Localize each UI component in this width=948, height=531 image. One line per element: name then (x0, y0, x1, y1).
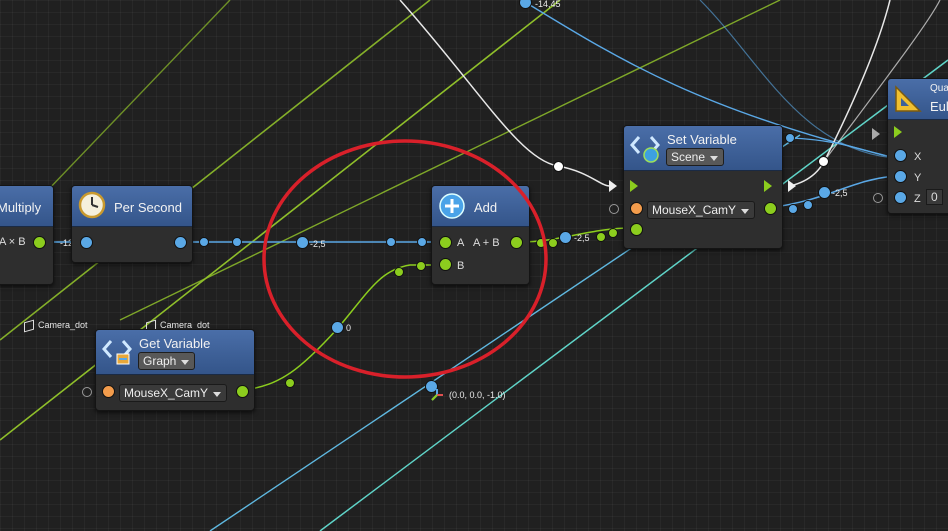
per-second-output-port[interactable] (174, 236, 187, 249)
node-title: Qua (930, 83, 948, 94)
node-subtitle: Eul (930, 99, 948, 114)
wire-knot[interactable] (386, 237, 396, 247)
wire-knot[interactable] (553, 161, 564, 172)
set-variable-flow-in[interactable] (630, 180, 638, 192)
wire-knot[interactable] (608, 228, 618, 238)
wire-knot[interactable] (818, 186, 831, 199)
wire-knot[interactable] (818, 156, 829, 167)
clock-icon (78, 191, 106, 219)
wire-knot[interactable] (803, 200, 813, 210)
per-second-node[interactable]: Per Second (71, 185, 193, 263)
add-output-port[interactable] (510, 236, 523, 249)
plus-icon (439, 193, 465, 219)
wire-knot[interactable] (785, 133, 795, 143)
wire-value-label: -2,5 (574, 233, 590, 243)
per-second-input-port[interactable] (80, 236, 93, 249)
variable-graph-icon (101, 335, 133, 367)
set-variable-node[interactable]: Set Variable Scene MouseX_CamY (623, 125, 783, 249)
set-variable-name-field[interactable]: MouseX_CamY (647, 201, 756, 219)
add-node[interactable]: Add A A + B B (431, 185, 530, 285)
wire-value-label: (0.0, 0.0, -1.0) (449, 390, 506, 400)
quaternion-flow-hollow (872, 128, 880, 140)
add-input-b-label: B (457, 260, 465, 272)
wire-knot[interactable] (394, 267, 404, 277)
wire-knot[interactable] (596, 232, 606, 242)
quaternion-euler-node[interactable]: Qua Eul X Y Z 0 (887, 78, 948, 214)
quaternion-x-label: X (914, 151, 922, 163)
quaternion-z-input[interactable]: 0 (926, 189, 943, 205)
wire-set-quat2 (789, 137, 896, 159)
add-input-a-port[interactable] (439, 236, 452, 249)
multiply-node[interactable]: Multiply A × B (0, 185, 54, 285)
get-variable-output-port[interactable] (236, 385, 249, 398)
wire-flow-diagonal-2 (0, 0, 431, 341)
wire-value-label: 0 (346, 323, 352, 333)
set-variable-scope-dropdown[interactable]: Scene (666, 148, 725, 166)
set-variable-flow-out[interactable] (764, 180, 772, 192)
set-variable-name-port[interactable] (630, 202, 643, 215)
wire-knot[interactable] (232, 237, 242, 247)
quaternion-hollow-port[interactable] (873, 193, 883, 203)
wire-value-label: -2,5 (832, 188, 848, 198)
quaternion-x-port[interactable] (894, 149, 907, 162)
quaternion-y-port[interactable] (894, 170, 907, 183)
get-variable-name-field[interactable]: MouseX_CamY (119, 384, 228, 402)
add-formula: A + B (473, 237, 500, 249)
wire-knot[interactable] (536, 238, 546, 248)
variable-scene-icon (629, 131, 661, 163)
wire-knot[interactable] (559, 231, 572, 244)
quaternion-z-label: Z (914, 193, 921, 205)
add-input-a-label: A (457, 237, 465, 249)
add-input-b-port[interactable] (439, 258, 452, 271)
get-variable-name-port[interactable] (102, 385, 115, 398)
vector-icon (431, 388, 443, 401)
wire-knot[interactable] (788, 204, 798, 214)
set-variable-output-port[interactable] (764, 202, 777, 215)
node-title: Get Variable (139, 336, 211, 351)
node-title: Set Variable (667, 132, 737, 147)
wire-white-1 (399, 0, 611, 187)
node-title: Add (474, 200, 498, 215)
ruler-triangle-icon (893, 84, 923, 114)
node-title: Multiply (0, 200, 42, 215)
quaternion-flow-in[interactable] (894, 126, 902, 138)
wire-value-label: -14,45 (535, 0, 561, 9)
wire-knot[interactable] (199, 237, 209, 247)
node-title: Per Second (114, 200, 182, 215)
wire-knot[interactable] (296, 236, 309, 249)
multiply-formula: A × B (0, 236, 26, 248)
set-variable-hollow-port[interactable] (609, 204, 619, 214)
flow-arrow-in (609, 180, 617, 192)
wire-knot[interactable] (416, 261, 426, 271)
set-variable-value-port[interactable] (630, 223, 643, 236)
wire-knot[interactable] (417, 237, 427, 247)
wire-knot[interactable] (331, 321, 344, 334)
wire-value-label: -2,5 (310, 239, 326, 249)
object-label-camera-dot: Camera_dot (24, 320, 88, 330)
get-variable-scope-dropdown[interactable]: Graph (138, 352, 196, 370)
get-variable-hollow-port[interactable] (82, 387, 92, 397)
wire-knot[interactable] (285, 378, 295, 388)
get-variable-node[interactable]: Get Variable Graph MouseX_CamY (95, 329, 255, 411)
flow-arrow-out (788, 180, 796, 192)
multiply-output-port[interactable] (33, 236, 46, 249)
quaternion-z-port[interactable] (894, 191, 907, 204)
quaternion-y-label: Y (914, 172, 922, 184)
wire-knot[interactable] (548, 238, 558, 248)
